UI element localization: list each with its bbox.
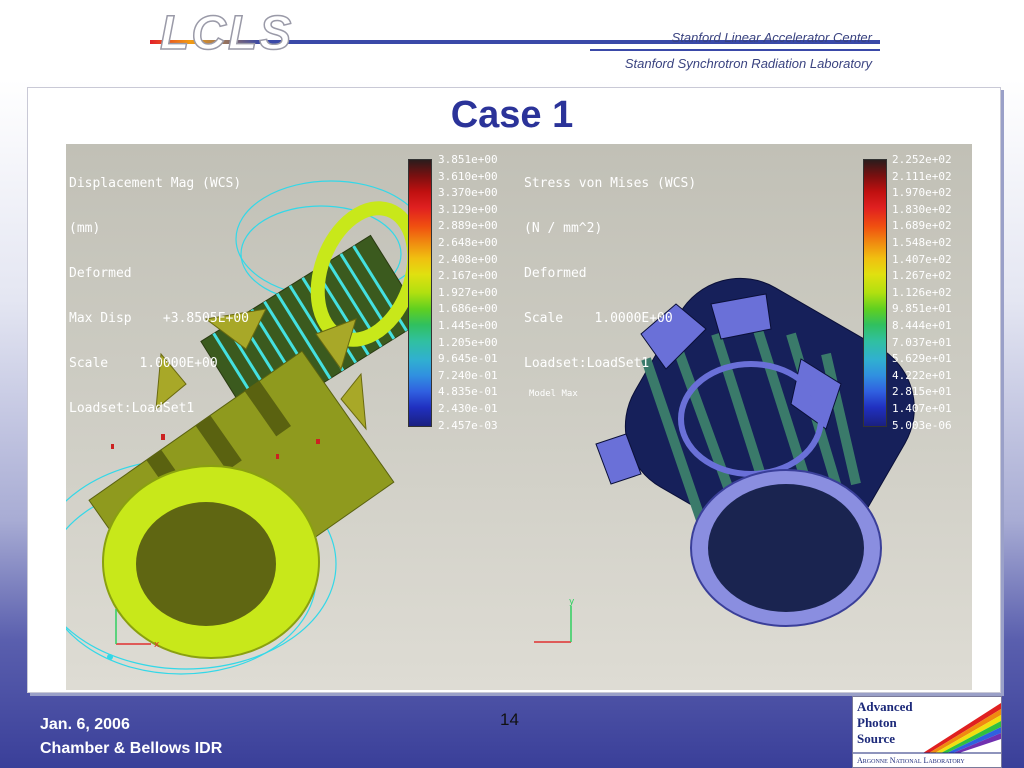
legend-value: 1.548e+02	[892, 235, 952, 249]
legend-value: 7.037e+01	[892, 335, 952, 349]
legend-value: 1.830e+02	[892, 202, 952, 216]
legend-value: 1.686e+00	[438, 302, 498, 316]
legend-value: 3.370e+00	[438, 186, 498, 200]
aps-line-2: Photon	[857, 715, 897, 730]
argonne-label: Argonne National Laboratory	[857, 756, 965, 765]
slide-header: LCLS Stanford Linear Accelerator Center …	[0, 0, 1024, 80]
legend-value: 3.129e+00	[438, 202, 498, 216]
legend-value: 4.222e+01	[892, 368, 952, 382]
legend-value: 2.111e+02	[892, 169, 952, 183]
displacement-info: Displacement Mag (WCS) (mm) Deformed Max…	[69, 146, 249, 446]
legend-value: 8.444e+01	[892, 318, 952, 332]
displacement-info-line: Loadset:LoadSet1	[69, 401, 195, 416]
legend-value: 1.205e+00	[438, 335, 498, 349]
legend-value: 3.610e+00	[438, 169, 498, 183]
displacement-info-line: (mm)	[69, 221, 101, 236]
aps-line-1: Advanced	[857, 699, 913, 714]
displacement-legend-labels: 3.851e+00 3.610e+00 3.370e+00 3.129e+00 …	[438, 152, 498, 434]
legend-value: 3.851e+00	[438, 153, 498, 166]
legend-value: 1.407e+02	[892, 252, 952, 266]
legend-value: 2.252e+02	[892, 153, 952, 166]
footer-event: Chamber & Bellows IDR	[40, 740, 223, 757]
legend-value: 1.445e+00	[438, 318, 498, 332]
legend-value: 2.889e+00	[438, 219, 498, 233]
displacement-info-line: Deformed	[69, 266, 132, 281]
legend-value: 2.167e+00	[438, 269, 498, 283]
fea-simulation-panel: x y Displacement Mag (WCS) (mm) Deformed…	[66, 144, 972, 690]
legend-value: 1.689e+02	[892, 219, 952, 233]
aps-logo: Advanced Photon Source Argonne National …	[852, 696, 1002, 768]
legend-value: 9.645e-01	[438, 352, 498, 366]
stress-info-line: (N / mm^2)	[524, 221, 603, 236]
header-divider	[590, 49, 880, 51]
stress-info-line: Scale 1.0000E+00	[524, 311, 673, 326]
displacement-info-line: Max Disp +3.8505E+00	[69, 311, 250, 326]
stress-info-line: Deformed	[524, 266, 587, 281]
page-number: 14	[500, 710, 519, 729]
displacement-info-line: Scale 1.0000E+00	[69, 356, 218, 371]
legend-value: 4.835e-01	[438, 385, 498, 399]
legend-value: 2.457e-03	[438, 418, 498, 432]
legend-value: 7.240e-01	[438, 368, 498, 382]
legend-value: 9.851e+01	[892, 302, 952, 316]
stress-legend-labels: 2.252e+02 2.111e+02 1.970e+02 1.830e+02 …	[892, 152, 952, 434]
legend-value: 2.648e+00	[438, 235, 498, 249]
model-max-label: Model Max	[529, 389, 578, 399]
org-slac: Stanford Linear Accelerator Center	[671, 30, 872, 45]
legend-value: 1.126e+02	[892, 285, 952, 299]
legend-value: 2.408e+00	[438, 252, 498, 266]
aps-line-3: Source	[857, 731, 896, 746]
legend-value: 1.927e+00	[438, 285, 498, 299]
stress-color-scale	[863, 159, 887, 427]
right-axis-y-label: y	[569, 597, 575, 607]
stress-info-line: Stress von Mises (WCS)	[524, 176, 697, 191]
stress-info-line: Loadset:LoadSet1	[524, 356, 650, 371]
lcls-logo: LCLS	[159, 6, 294, 61]
footer-date: Jan. 6, 2006	[40, 716, 130, 733]
stress-info: Stress von Mises (WCS) (N / mm^2) Deform…	[524, 146, 696, 401]
legend-value: 2.815e+01	[892, 385, 952, 399]
legend-value: 1.970e+02	[892, 186, 952, 200]
displacement-color-scale	[408, 159, 432, 427]
legend-value: 5.003e-06	[892, 418, 952, 432]
displacement-info-line: Displacement Mag (WCS)	[69, 176, 242, 191]
slide-title: Case 1	[450, 94, 574, 136]
org-ssrl: Stanford Synchrotron Radiation Laborator…	[624, 56, 872, 71]
legend-value: 1.267e+02	[892, 269, 952, 283]
legend-value: 1.407e+01	[892, 401, 952, 415]
legend-value: 5.629e+01	[892, 352, 952, 366]
left-axis-x-label: x	[154, 640, 160, 650]
legend-value: 2.430e-01	[438, 401, 498, 415]
